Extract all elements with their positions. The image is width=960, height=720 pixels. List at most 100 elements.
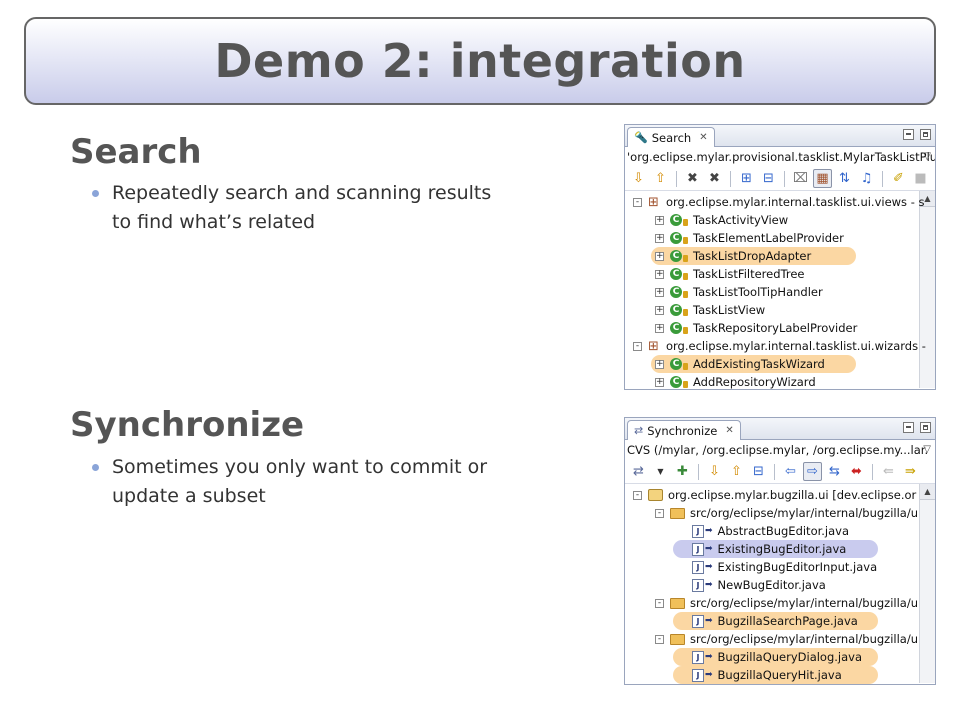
tree-row[interactable]: J ➡ BugzillaSearchPage.java — [625, 612, 935, 630]
expand-icon[interactable]: + — [655, 305, 664, 315]
expand-icon[interactable]: + — [655, 215, 664, 225]
search-results-tree: ▲ - ⊞ org.eclipse.mylar.internal.tasklist.… — [625, 191, 935, 389]
minimize-button[interactable] — [903, 422, 914, 433]
toolbar-separator — [872, 463, 873, 480]
previous-match-icon[interactable]: ⇧ — [651, 169, 670, 188]
tree-row[interactable]: + C AddExistingTaskWizard — [625, 355, 935, 373]
tree-row[interactable]: - ⊞ org.eclipse.mylar.internal.tasklist.ui… — [625, 193, 935, 211]
package-icon: ⊞ — [648, 194, 659, 210]
title-banner: Demo 2: integration — [24, 17, 936, 105]
search-toolbar: ⇩ ⇧ ✖ ✖ ⊞ ⊟ ⌧ ▦ ⇅ ♫ ✐ ■ — [625, 167, 935, 191]
expand-icon[interactable]: + — [655, 377, 664, 387]
synchronize-tree: ▲ - org.eclipse.mylar.bugzilla.ui [dev.ec… — [625, 484, 935, 684]
view-menu-icon[interactable]: ▽ — [923, 440, 931, 460]
class-icon: C — [670, 304, 688, 316]
tree-row[interactable]: + C TaskListFilteredTree — [625, 265, 935, 283]
tree-row-label: src/org/eclipse/mylar/internal/bugzilla/… — [690, 632, 919, 646]
expand-icon[interactable]: + — [655, 287, 664, 297]
tree-row-label: ExistingBugEditor.java — [717, 542, 847, 556]
pin-icon[interactable]: ✚ — [673, 462, 692, 481]
conflicts-mode-icon[interactable]: ⬌ — [847, 462, 866, 481]
expand-icon[interactable]: + — [655, 323, 664, 333]
class-icon: C — [670, 376, 688, 388]
remove-all-matches-icon[interactable]: ✖ — [705, 169, 724, 188]
close-icon[interactable]: ✕ — [699, 132, 707, 143]
search-history-icon[interactable]: ✐ — [889, 169, 908, 188]
update-all-icon[interactable]: ⇚ — [879, 462, 898, 481]
previous-change-icon[interactable]: ⇧ — [727, 462, 746, 481]
slide-title: Demo 2: integration — [214, 34, 746, 88]
tree-row[interactable]: - ⊞ org.eclipse.mylar.internal.tasklist.ui… — [625, 337, 935, 355]
tree-row[interactable]: + C TaskListDropAdapter — [625, 247, 935, 265]
tree-row[interactable]: J ➡ ExistingBugEditor.java — [625, 540, 935, 558]
tree-row[interactable]: J ➡ ExistingBugEditorInput.java — [625, 558, 935, 576]
collapse-icon[interactable]: - — [633, 341, 642, 351]
tree-row[interactable]: - src/org/eclipse/mylar/internal/bugzilla… — [625, 630, 935, 648]
collapse-icon[interactable]: - — [655, 508, 664, 518]
class-icon: C — [670, 232, 688, 244]
tree-row[interactable]: + C TaskRepositoryLabelProvider — [625, 319, 935, 337]
expand-icon[interactable]: + — [655, 251, 664, 261]
tree-row[interactable]: J ➡ AbstractBugEditor.java — [625, 522, 935, 540]
show-as-list-icon[interactable]: ⇅ — [835, 169, 854, 188]
synchronize-view: ⇄ Synchronize ✕ CVS (/mylar, /org.eclips… — [624, 417, 936, 685]
incoming-outgoing-mode-icon[interactable]: ⇆ — [825, 462, 844, 481]
tab-search[interactable]: 🔦 Search ✕ — [627, 127, 715, 147]
tree-row[interactable]: + C AddRepositoryWizard — [625, 373, 935, 389]
tree-row[interactable]: + C TaskListView — [625, 301, 935, 319]
collapse-icon[interactable]: - — [655, 634, 664, 644]
tree-row[interactable]: + C TaskActivityView — [625, 211, 935, 229]
stop-icon[interactable]: ■ — [911, 169, 930, 188]
commit-all-icon[interactable]: ⇛ — [901, 462, 920, 481]
tree-row[interactable]: + C TaskElementLabelProvider — [625, 229, 935, 247]
java-file-icon: J ➡ — [692, 578, 713, 592]
cancel-search-icon[interactable]: ⌧ — [791, 169, 810, 188]
remove-match-icon[interactable]: ✖ — [683, 169, 702, 188]
toolbar-separator — [676, 170, 677, 187]
class-icon: C — [670, 286, 688, 298]
tree-row-label: src/org/eclipse/mylar/internal/bugzilla/… — [690, 596, 919, 610]
close-icon[interactable]: ✕ — [725, 425, 733, 436]
java-file-icon: J ➡ — [692, 650, 713, 664]
tab-synchronize[interactable]: ⇄ Synchronize ✕ — [627, 420, 741, 440]
tree-row[interactable]: - org.eclipse.mylar.bugzilla.ui [dev.ecli… — [625, 486, 935, 504]
maximize-button[interactable] — [920, 422, 931, 433]
view-menu-icon[interactable]: ▽ — [923, 147, 931, 167]
expand-icon[interactable]: + — [655, 233, 664, 243]
synchronize-mode-icon[interactable]: ⇄ — [629, 462, 648, 481]
flashlight-icon: 🔦 — [634, 131, 648, 144]
folder-icon — [670, 507, 685, 519]
maximize-button[interactable] — [920, 129, 931, 140]
search-view: 🔦 Search ✕ 'org.eclipse.mylar.provisiona… — [624, 124, 936, 390]
tree-row-label: TaskListToolTipHandler — [693, 285, 823, 299]
expand-icon[interactable]: + — [655, 269, 664, 279]
toolbar-separator — [784, 170, 785, 187]
class-icon: C — [670, 358, 688, 370]
show-as-tree-icon[interactable]: ▦ — [813, 169, 832, 188]
tree-row[interactable]: - src/org/eclipse/mylar/internal/bugzilla… — [625, 594, 935, 612]
tree-row[interactable]: - src/org/eclipse/mylar/internal/bugzilla… — [625, 504, 935, 522]
tree-row-label: TaskActivityView — [693, 213, 789, 227]
incoming-mode-icon[interactable]: ⇦ — [781, 462, 800, 481]
next-change-icon[interactable]: ⇩ — [705, 462, 724, 481]
dropdown-icon[interactable]: ▼ — [651, 462, 670, 481]
next-match-icon[interactable]: ⇩ — [629, 169, 648, 188]
tree-row[interactable]: J ➡ BugzillaQueryDialog.java — [625, 648, 935, 666]
tree-row[interactable]: J ➡ BugzillaQueryHit.java — [625, 666, 935, 684]
collapse-all-icon[interactable]: ⊟ — [749, 462, 768, 481]
collapse-icon[interactable]: - — [655, 598, 664, 608]
minimize-button[interactable] — [903, 129, 914, 140]
tree-row-label: BugzillaQueryDialog.java — [717, 650, 863, 664]
tree-row[interactable]: J ➡ NewBugEditor.java — [625, 576, 935, 594]
pin-search-icon[interactable]: ♫ — [857, 169, 876, 188]
collapse-icon[interactable]: - — [633, 197, 642, 207]
expand-icon[interactable]: + — [655, 359, 664, 369]
collapse-all-icon[interactable]: ⊟ — [759, 169, 778, 188]
expand-all-icon[interactable]: ⊞ — [737, 169, 756, 188]
search-description: 'org.eclipse.mylar.provisional.tasklist.… — [625, 147, 935, 167]
java-file-icon: J ➡ — [692, 542, 713, 556]
collapse-icon[interactable]: - — [633, 490, 642, 500]
class-icon: C — [670, 322, 688, 334]
outgoing-mode-icon[interactable]: ⇨ — [803, 462, 822, 481]
tree-row[interactable]: + C TaskListToolTipHandler — [625, 283, 935, 301]
